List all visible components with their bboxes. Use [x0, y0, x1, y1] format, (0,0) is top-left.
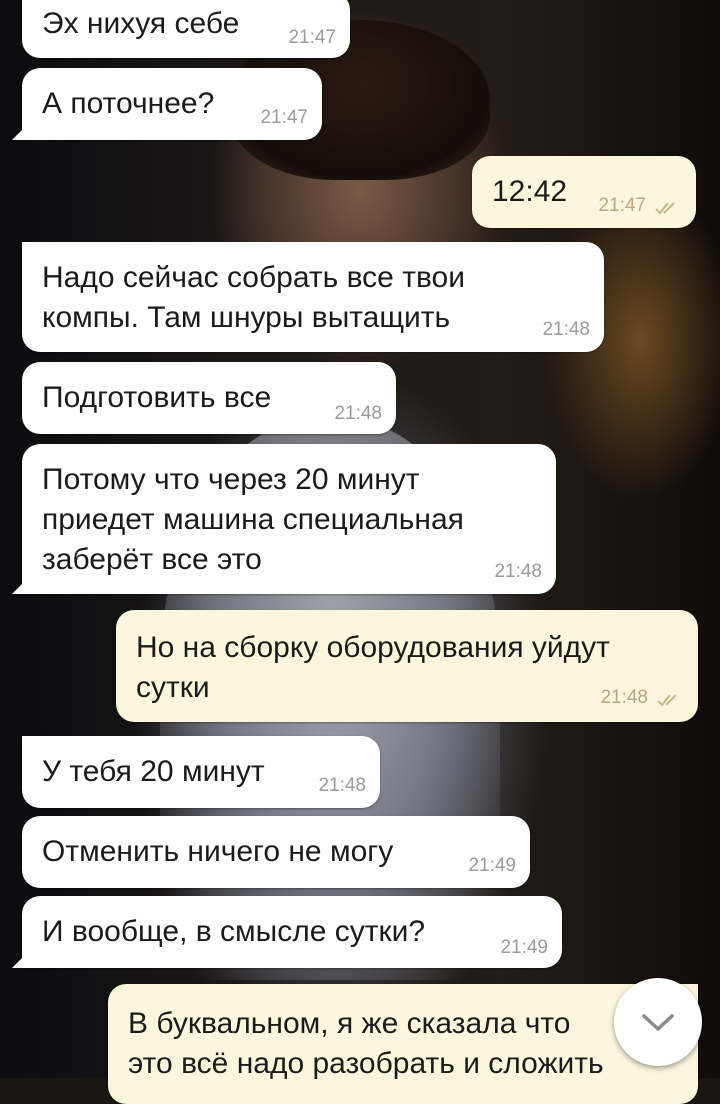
message-time: 21:49: [468, 855, 516, 876]
message-text: И вообще, в смысле сутки?: [42, 915, 426, 948]
message-bubble-incoming[interactable]: Надо сейчас собрать все твои компы. Там …: [22, 242, 604, 352]
message-bubble-incoming[interactable]: У тебя 20 минут 21:48: [22, 736, 380, 808]
message-text: Но на сборку оборудования уйдут сутки: [136, 631, 610, 704]
message-bubble-incoming[interactable]: Эх нихуя себе 21:47: [22, 0, 350, 58]
bubble-tail: [12, 124, 28, 140]
message-text: Отменить ничего не могу: [42, 835, 394, 868]
message-list[interactable]: Эх нихуя себе 21:47 А поточнее? 21:47 12…: [0, 0, 720, 1104]
message-text: Потому что через 20 минут приедет машина…: [42, 463, 464, 576]
message-bubble-incoming[interactable]: И вообще, в смысле сутки? 21:49: [12, 896, 562, 968]
message-bubble-outgoing[interactable]: 12:42 21:47: [472, 156, 696, 228]
message-time: 21:48: [494, 561, 542, 582]
message-time: 21:47: [598, 195, 646, 216]
message-time: 21:47: [260, 107, 308, 128]
message-text: Эх нихуя себе: [42, 7, 240, 40]
message-bubble-incoming[interactable]: Потому что через 20 минут приедет машина…: [12, 444, 556, 594]
message-time: 21:47: [288, 27, 336, 48]
message-text: Надо сейчас собрать все твои компы. Там …: [42, 261, 465, 334]
double-check-icon: [657, 694, 677, 707]
message-text: Подготовить все: [42, 381, 272, 414]
message-bubble-incoming[interactable]: Отменить ничего не могу 21:49: [22, 816, 530, 888]
message-bubble-outgoing[interactable]: В буквальном, я же сказала что это всё н…: [108, 984, 698, 1104]
message-time: 21:48: [318, 775, 366, 796]
double-check-icon: [655, 202, 675, 215]
message-time: 21:48: [542, 319, 590, 340]
message-time: 21:48: [600, 687, 648, 708]
bubble-tail: [12, 952, 28, 968]
message-text: У тебя 20 минут: [42, 755, 265, 788]
message-bubble-incoming[interactable]: Подготовить все 21:48: [22, 362, 396, 434]
chevron-down-icon: [642, 1014, 674, 1031]
bubble-tail: [12, 578, 28, 594]
message-text: В буквальном, я же сказала что это всё н…: [128, 1007, 604, 1080]
message-text: 12:42: [492, 175, 568, 208]
message-time: 21:48: [334, 403, 382, 424]
message-bubble-outgoing[interactable]: Но на сборку оборудования уйдут сутки 21…: [116, 610, 698, 722]
message-bubble-incoming[interactable]: А поточнее? 21:47: [12, 68, 322, 140]
message-time: 21:49: [500, 937, 548, 958]
scroll-to-bottom-button[interactable]: [614, 978, 702, 1066]
